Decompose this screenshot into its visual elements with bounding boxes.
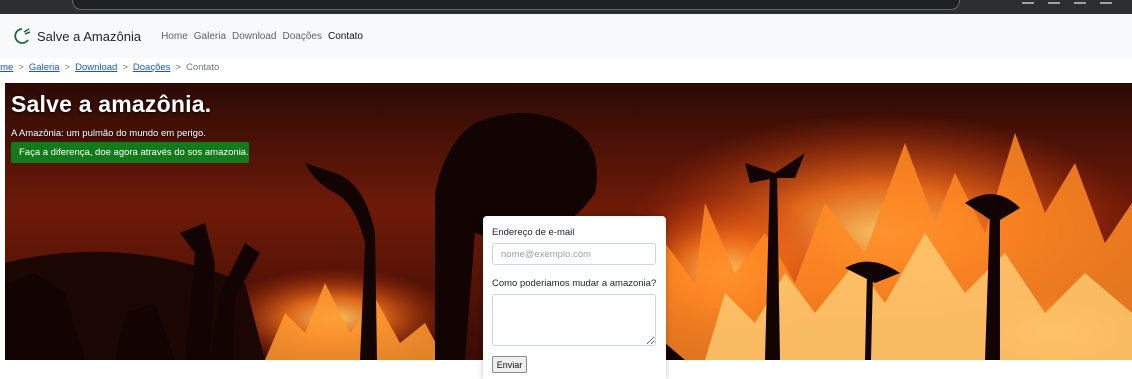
nav-link-galeria[interactable]: Galeria [194,31,226,42]
browser-address-bar[interactable] [72,0,960,10]
contact-form: Endereço de e-mail Como poderiamos mudar… [483,216,666,379]
brand[interactable]: Salve a Amazônia [12,26,141,46]
browser-toolbar-icons [1022,2,1112,10]
nav-link-doacoes[interactable]: Doações [283,31,322,42]
message-textarea[interactable] [492,294,656,346]
donate-cta-banner[interactable]: Faça a diferença, doe agora através do s… [11,142,249,163]
hero-subtitle: A Amazônia: um pulmão do mundo em perigo… [11,128,206,139]
brand-name: Salve a Amazônia [37,28,142,44]
leaf-logo-icon [14,28,31,44]
message-label: Como poderiamos mudar a amazonia? [492,278,657,289]
toolbar-icon[interactable] [1022,2,1034,10]
browser-chrome [0,0,1132,14]
submit-button[interactable]: Enviar [492,356,527,373]
toolbar-icon[interactable] [1074,2,1086,10]
breadcrumb-doacoes[interactable]: Doações [133,62,171,73]
nav-links: Home Galeria Download Doações Contato [161,31,363,42]
breadcrumb-download[interactable]: Download [75,62,117,73]
email-label: Endereço de e-mail [492,227,575,238]
breadcrumb-separator: > [18,61,24,73]
breadcrumb-separator: > [122,61,128,73]
nav-link-contato[interactable]: Contato [328,31,363,42]
toolbar-icon[interactable] [1100,2,1112,10]
toolbar-icon[interactable] [1048,2,1060,10]
email-field[interactable] [492,243,656,265]
breadcrumb-separator: > [64,61,71,73]
hero-title: Salve a amazônia. [11,91,212,117]
breadcrumb-galeria[interactable]: Galeria [29,62,60,73]
navbar: Salve a Amazônia Home Galeria Download D… [0,14,1132,58]
breadcrumb-home[interactable]: Home [0,62,13,73]
breadcrumb-current: Contato [185,61,220,73]
breadcrumb: Home > Galeria > Download > Doações > Co… [0,60,400,74]
breadcrumb-separator: > [175,61,181,73]
nav-link-home[interactable]: Home [161,31,188,42]
nav-link-download[interactable]: Download [232,31,276,42]
